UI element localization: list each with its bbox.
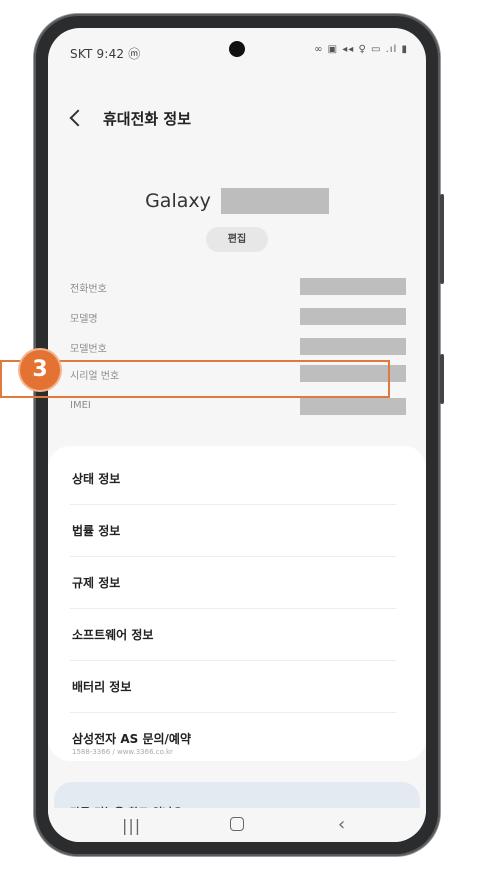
info-label: IMEI [70, 400, 91, 411]
navigation-bar: ||| ‹ [48, 808, 426, 842]
menu-sublabel: 1588-3366 / www.3366.co.kr [72, 748, 173, 756]
info-label: 모델명 [70, 314, 98, 325]
volume-button [440, 194, 444, 284]
info-label: 전화번호 [70, 284, 107, 295]
menu-item-software-info[interactable]: 소프트웨어 정보 [70, 608, 396, 661]
power-button [440, 354, 444, 404]
menu-label: 소프트웨어 정보 [72, 628, 154, 642]
menu-label: 상태 정보 [72, 472, 121, 486]
status-icons: ∞ ▣ ◂◂ ♀ ▭ .ıl ▮ [314, 44, 408, 55]
info-row-model-number: 모델번호 [70, 338, 414, 358]
page-title: 휴대전화 정보 [103, 110, 192, 128]
edit-button[interactable]: 편집 [206, 227, 268, 252]
menu-item-service-center[interactable]: 삼성전자 AS 문의/예약 1588-3366 / www.3366.co.kr [70, 712, 396, 762]
info-value-redacted [300, 398, 406, 415]
screen: SKT 9:42 ⓜ ∞ ▣ ◂◂ ♀ ▭ .ıl ▮ 휴대전화 정보 Gala… [48, 28, 426, 842]
app-bar: 휴대전화 정보 [48, 108, 426, 138]
info-value-redacted [300, 308, 406, 325]
menu-item-legal-info[interactable]: 법률 정보 [70, 504, 396, 557]
menu-item-status-info[interactable]: 상태 정보 [70, 452, 396, 505]
back-arrow-icon[interactable] [69, 109, 87, 127]
device-name-text: Galaxy [145, 190, 211, 212]
menu-item-regulatory-info[interactable]: 규제 정보 [70, 556, 396, 609]
menu-card: 상태 정보 법률 정보 규제 정보 소프트웨어 정보 배터리 정보 삼성전자 A… [48, 446, 426, 761]
info-value-redacted [300, 278, 406, 295]
status-bar: SKT 9:42 ⓜ ∞ ▣ ◂◂ ♀ ▭ .ıl ▮ [48, 28, 426, 68]
menu-label: 삼성전자 AS 문의/예약 [72, 732, 191, 746]
info-label: 모델번호 [70, 344, 107, 355]
step-badge: 3 [20, 350, 60, 390]
status-time: SKT 9:42 ⓜ [70, 45, 140, 62]
recents-icon[interactable]: ||| [122, 816, 141, 835]
menu-label: 법률 정보 [72, 524, 121, 538]
front-camera [229, 41, 245, 57]
notification-icon: ⓜ [128, 47, 141, 61]
info-row-model-name: 모델명 [70, 308, 414, 328]
menu-item-battery-info[interactable]: 배터리 정보 [70, 660, 396, 713]
menu-label: 규제 정보 [72, 576, 121, 590]
info-value-redacted [300, 338, 406, 355]
phone-frame: SKT 9:42 ⓜ ∞ ▣ ◂◂ ♀ ▭ .ıl ▮ 휴대전화 정보 Gala… [34, 14, 444, 856]
info-row-phone-number: 전화번호 [70, 278, 414, 298]
menu-label: 배터리 정보 [72, 680, 132, 694]
device-name: Galaxy [48, 188, 426, 214]
device-name-redacted [220, 188, 329, 214]
home-icon[interactable] [230, 817, 244, 831]
back-icon[interactable]: ‹ [338, 814, 345, 835]
info-row-imei[interactable]: IMEI [70, 398, 414, 418]
carrier-time: SKT 9:42 [70, 47, 125, 61]
